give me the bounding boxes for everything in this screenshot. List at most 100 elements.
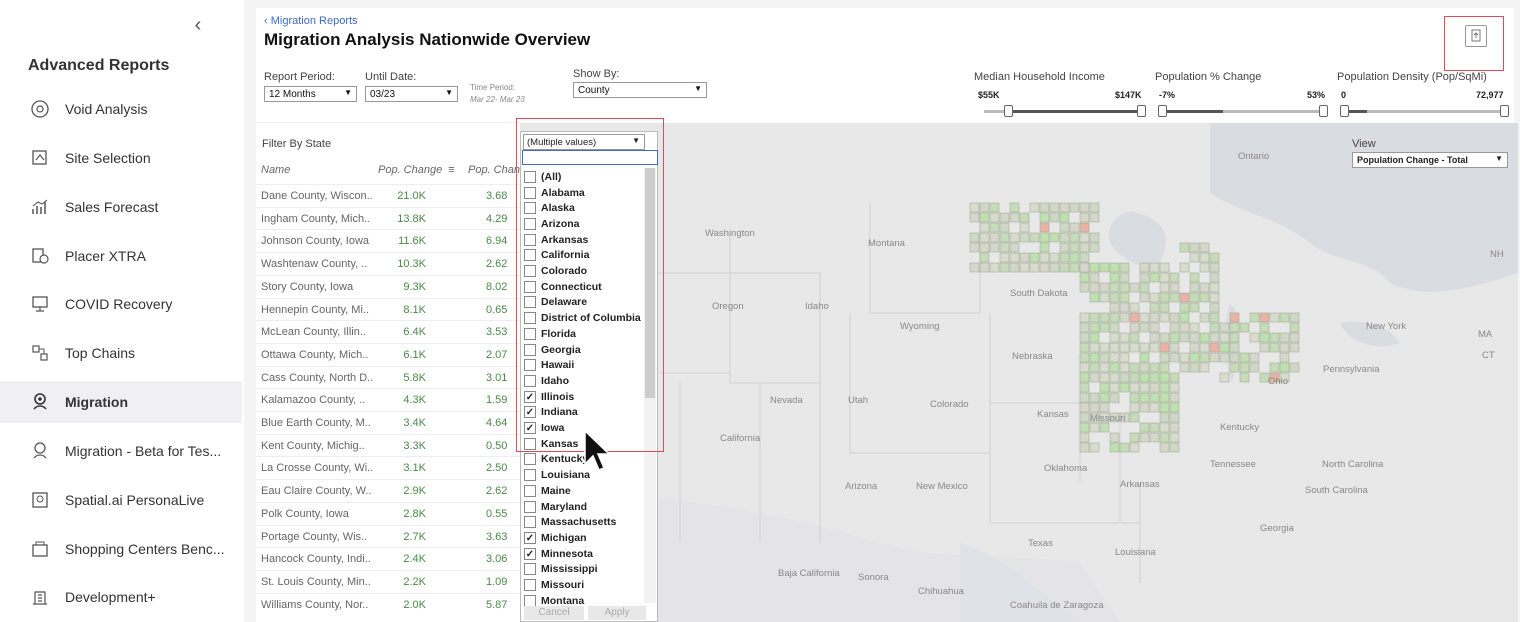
- export-button[interactable]: [1465, 25, 1487, 47]
- option-louisiana[interactable]: Louisiana: [524, 467, 590, 483]
- option-maryland[interactable]: Maryland: [524, 499, 587, 515]
- table-row[interactable]: Dane County, Wiscon.. 21.0K 3.68: [256, 184, 520, 207]
- pop-change-label: Population % Change: [1155, 71, 1262, 83]
- income-max: $147K: [1115, 90, 1142, 100]
- table-row[interactable]: Hancock County, Indi.. 2.4K 3.06: [256, 547, 520, 570]
- pop-change-min-handle[interactable]: [1158, 105, 1167, 117]
- option-kentucky[interactable]: Kentucky: [524, 452, 588, 468]
- pop-change-min: -7%: [1159, 90, 1176, 100]
- option-missouri[interactable]: Missouri: [524, 577, 584, 593]
- sidebar-item-migration-beta-for-tes[interactable]: Migration - Beta for Tes...: [0, 430, 242, 472]
- checkbox[interactable]: [524, 579, 536, 592]
- checkbox[interactable]: ✓: [524, 547, 536, 560]
- report-period-select[interactable]: 12 Months ▼: [264, 86, 357, 102]
- table-row[interactable]: Ottawa County, Mich.. 6.1K 2.07: [256, 342, 520, 366]
- map-label: Arizona: [845, 481, 878, 492]
- table-row[interactable]: Johnson County, Iowa 11.6K 6.94: [256, 229, 520, 252]
- chevron-down-icon: ▼: [445, 88, 453, 97]
- checkbox[interactable]: ✓: [524, 531, 536, 544]
- col-name-header[interactable]: Name: [261, 158, 361, 182]
- migration-icon: [33, 393, 47, 410]
- pop-change-pct-value: 0.55: [486, 507, 508, 520]
- map-view[interactable]: Ontario Washington Montana Oregon Idaho Wyomi…: [520, 123, 1518, 622]
- sidebar-item-label: Development+: [65, 589, 156, 605]
- map-label: Arkansas: [1120, 479, 1160, 490]
- pop-change-value: 8.1K: [403, 303, 426, 316]
- density-slider[interactable]: [1341, 110, 1509, 113]
- pop-change-value: 2.4K: [403, 553, 426, 566]
- until-date-select[interactable]: 03/23 ▼: [365, 86, 458, 102]
- sidebar-item-sales-forecast[interactable]: Sales Forecast: [0, 186, 242, 228]
- table-row[interactable]: Ingham County, Mich.. 13.8K 4.29: [256, 206, 520, 230]
- pop-change-value: 2.2K: [403, 575, 426, 588]
- option-michigan[interactable]: ✓ Michigan: [524, 530, 587, 546]
- sidebar-item-placer-xtra[interactable]: Placer XTRA: [0, 235, 242, 277]
- sidebar-item-migration[interactable]: Migration: [0, 381, 242, 423]
- apply-button[interactable]: Apply: [588, 606, 646, 620]
- checkbox[interactable]: [524, 516, 536, 529]
- pop-change-pct-value: 3.53: [486, 326, 508, 339]
- table-row[interactable]: Williams County, Nor.. 2.0K 5.87: [256, 592, 520, 616]
- option-maine[interactable]: Maine: [524, 483, 571, 499]
- pop-change-max-handle[interactable]: [1319, 105, 1328, 117]
- county-name: Polk County, Iowa: [261, 507, 349, 520]
- density-max-handle[interactable]: [1500, 105, 1509, 117]
- county-name: La Crosse County, Wi..: [261, 462, 374, 475]
- table-row[interactable]: Washtenaw County, .. 10.3K 2.62: [256, 252, 520, 275]
- map-label: Kansas: [1037, 409, 1069, 420]
- table-row[interactable]: Kent County, Michig.. 3.3K 0.50: [256, 433, 520, 457]
- county-name: Ottawa County, Mich..: [261, 348, 369, 361]
- table-row[interactable]: Cass County, North D.. 5.8K 3.01: [256, 365, 520, 389]
- table-row[interactable]: Blue Earth County, M.. 3.4K 4.64: [256, 411, 520, 434]
- table-row[interactable]: St. Louis County, Min.. 2.2K 1.09: [256, 569, 520, 593]
- pop-change-value: 4.3K: [403, 394, 426, 407]
- density-min-handle[interactable]: [1340, 105, 1349, 117]
- table-row[interactable]: Portage County, Wis.. 2.7K 3.63: [256, 524, 520, 548]
- table-row[interactable]: Kalamazoo County, .. 4.3K 1.59: [256, 388, 520, 411]
- income-min: $55K: [978, 90, 1000, 100]
- option-massachusetts[interactable]: Massachusetts: [524, 514, 616, 530]
- map-label: Oregon: [712, 301, 744, 312]
- cancel-button[interactable]: Cancel: [524, 606, 584, 620]
- table-row[interactable]: Eau Claire County, W.. 2.9K 2.62: [256, 479, 520, 502]
- table-row[interactable]: La Crosse County, Wi.. 3.1K 2.50: [256, 456, 520, 479]
- checkbox[interactable]: [524, 484, 536, 497]
- option-mississippi[interactable]: Mississippi: [524, 562, 598, 578]
- pop-change-slider[interactable]: [1159, 110, 1327, 113]
- income-min-handle[interactable]: [1004, 105, 1013, 117]
- back-to-migration-reports-link[interactable]: ‹ Migration Reports: [264, 15, 358, 27]
- map-label: Oklahoma: [1044, 463, 1088, 474]
- sidebar-item-label: Void Analysis: [65, 101, 148, 117]
- pop-change-value: 5.8K: [403, 371, 426, 384]
- checkbox[interactable]: [524, 453, 536, 466]
- sidebar-item-site-selection[interactable]: Site Selection: [0, 137, 242, 179]
- income-max-handle[interactable]: [1137, 105, 1146, 117]
- collapse-sidebar-button[interactable]: ‹: [188, 14, 208, 38]
- option-minnesota[interactable]: ✓ Minnesota: [524, 546, 593, 562]
- table-row[interactable]: Hennepin County, Mi.. 8.1K 0.65: [256, 297, 520, 321]
- sidebar-item-void-analysis[interactable]: Void Analysis: [0, 88, 242, 130]
- sidebar-item-development[interactable]: Development+: [0, 576, 242, 618]
- pop-change-pct-value: 6.94: [486, 235, 508, 248]
- table-row[interactable]: McLean County, Illin.. 6.4K 3.53: [256, 320, 520, 343]
- col-pop-change-pct-header[interactable]: Pop. Chang: [468, 158, 520, 182]
- report-period-label: Report Period:: [264, 71, 335, 83]
- show-by-select[interactable]: County ▼: [573, 82, 707, 98]
- checkbox[interactable]: [524, 594, 536, 607]
- sidebar-item-covid-recovery[interactable]: COVID Recovery: [0, 283, 242, 325]
- sidebar-item-shopping-centers-benc[interactable]: Shopping Centers Benc...: [0, 528, 242, 570]
- sort-icon[interactable]: ≡: [448, 164, 454, 176]
- table-row[interactable]: Story County, Iowa 9.3K 8.02: [256, 274, 520, 298]
- checkbox[interactable]: [524, 469, 536, 482]
- view-select[interactable]: Population Change - Total ▼: [1352, 152, 1508, 168]
- sidebar-item-top-chains[interactable]: Top Chains: [0, 332, 242, 374]
- density-label: Population Density (Pop/SqMi): [1337, 71, 1487, 83]
- checkbox[interactable]: [524, 563, 536, 576]
- pop-change-pct-value: 1.59: [486, 394, 508, 407]
- checkbox[interactable]: [524, 500, 536, 513]
- sidebar-item-spatial-ai-personalive[interactable]: Spatial.ai PersonaLive: [0, 479, 242, 521]
- chevron-down-icon: ▼: [694, 84, 702, 93]
- table-row[interactable]: Polk County, Iowa 2.8K 0.55: [256, 501, 520, 525]
- county-name: Blue Earth County, M..: [261, 417, 371, 429]
- col-pop-change-header[interactable]: Pop. Change ≡: [378, 158, 468, 182]
